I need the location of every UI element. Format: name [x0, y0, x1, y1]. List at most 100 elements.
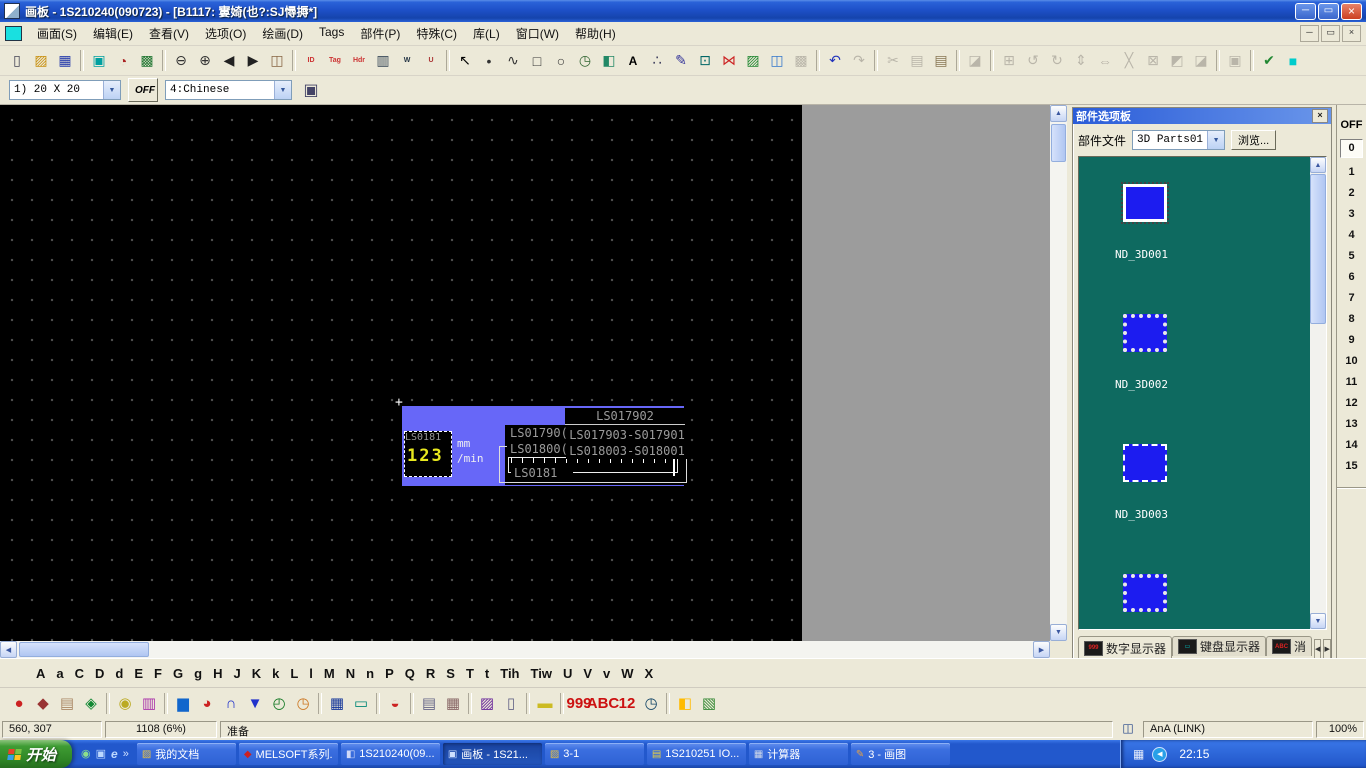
- numeric-display-part[interactable]: LS0181 123: [404, 431, 452, 477]
- tab-message-display[interactable]: ABC 消: [1266, 636, 1312, 656]
- dot-tool-icon[interactable]: •: [477, 49, 501, 72]
- text-figure-button[interactable]: G: [173, 666, 183, 681]
- child-restore-button[interactable]: ▭: [1321, 25, 1340, 42]
- scroll-up-icon[interactable]: ▲: [1050, 105, 1067, 122]
- device-label-low-left[interactable]: LS01800(: [507, 441, 571, 457]
- next-screen-icon[interactable]: ▶: [241, 49, 265, 72]
- canvas-horizontal-scrollbar[interactable]: ◀ ▶: [0, 641, 1050, 658]
- text-figure-button[interactable]: V: [583, 666, 592, 681]
- text-figure-button[interactable]: D: [95, 666, 104, 681]
- screen-call-icon[interactable]: ▣: [87, 49, 111, 72]
- task-1s210240[interactable]: ◧ 1S210240(09...: [341, 743, 440, 765]
- state-number-button[interactable]: 11: [1337, 372, 1366, 393]
- menu-item[interactable]: 查看(V): [141, 22, 197, 45]
- arc-tool-icon[interactable]: ◷: [573, 49, 597, 72]
- time-display-parts-icon[interactable]: ◷: [639, 692, 663, 715]
- text-figure-button[interactable]: J: [233, 666, 240, 681]
- text-figure-button[interactable]: Tiw: [531, 666, 552, 681]
- text-figure-button[interactable]: L: [290, 666, 298, 681]
- cut-icon[interactable]: ✂: [881, 49, 905, 72]
- buzzer-parts-icon[interactable]: ◒: [383, 692, 407, 715]
- pie-graph-icon[interactable]: ◕: [195, 692, 219, 715]
- language-select[interactable]: 4:Chinese ▼: [165, 80, 292, 100]
- rotate-right-icon[interactable]: ↻: [1045, 49, 1069, 72]
- expand-icon[interactable]: ⊠: [1141, 49, 1165, 72]
- arch-graph-icon[interactable]: ∩: [219, 692, 243, 715]
- ascii-display-parts-icon[interactable]: ABC: [591, 692, 615, 715]
- state-number-button[interactable]: 15: [1337, 456, 1366, 477]
- task-melsoft[interactable]: ◆ MELSOFT系列...: [239, 743, 338, 765]
- rotate-left-icon[interactable]: ↺: [1021, 49, 1045, 72]
- pattern-icon[interactable]: ▥: [371, 49, 395, 72]
- line-tool-icon[interactable]: ∿: [501, 49, 525, 72]
- state-number-button[interactable]: 14: [1337, 435, 1366, 456]
- menu-item[interactable]: 编辑(E): [85, 22, 141, 45]
- copy-icon[interactable]: ▤: [905, 49, 929, 72]
- tab-numeric-display[interactable]: 999 数字显示器: [1078, 636, 1172, 659]
- parts-list-item[interactable]: ND_3D003: [1079, 417, 1326, 547]
- text-figure-button[interactable]: N: [346, 666, 355, 681]
- tabs-scroll-left-icon[interactable]: ◀: [1314, 639, 1321, 659]
- scroll-right-icon[interactable]: ▶: [1033, 641, 1050, 658]
- menu-item[interactable]: 特殊(C): [408, 22, 465, 45]
- parts-file-select[interactable]: 3D Parts01 ▼: [1132, 130, 1225, 150]
- text-figure-button[interactable]: a: [56, 666, 63, 681]
- fill-tool-icon[interactable]: ◧: [597, 49, 621, 72]
- zoom-out-icon[interactable]: ⊖: [169, 49, 193, 72]
- state-number-button[interactable]: 0: [1340, 139, 1363, 158]
- menu-item[interactable]: 选项(O): [197, 22, 254, 45]
- pointer-icon[interactable]: ↖: [453, 49, 477, 72]
- text-figure-button[interactable]: d: [115, 666, 123, 681]
- state-number-button[interactable]: 10: [1337, 351, 1366, 372]
- align-icon[interactable]: ⊞: [997, 49, 1021, 72]
- zoom-in-icon[interactable]: ⊕: [193, 49, 217, 72]
- part-icon[interactable]: [1123, 314, 1167, 352]
- state-number-button[interactable]: 7: [1337, 288, 1366, 309]
- goto-screen-parts-icon[interactable]: ◈: [79, 692, 103, 715]
- menu-item[interactable]: 帮助(H): [567, 22, 624, 45]
- text-figure-button[interactable]: Tih: [500, 666, 519, 681]
- text-figure-button[interactable]: v: [603, 666, 610, 681]
- date-display-parts-icon[interactable]: 12: [615, 692, 639, 715]
- text-figure-button[interactable]: K: [252, 666, 261, 681]
- undo-icon[interactable]: ↶: [823, 49, 847, 72]
- ellipse-tool-icon[interactable]: ○: [549, 49, 573, 72]
- id-tag-icon[interactable]: ID: [299, 49, 323, 72]
- flip-horizontal-icon[interactable]: ⇔: [1093, 49, 1117, 72]
- device-label-mid-right[interactable]: LS017903-S017901: [566, 427, 688, 443]
- new-screen-icon[interactable]: ▯: [5, 49, 29, 72]
- text-figure-button[interactable]: k: [272, 666, 279, 681]
- state-off-button[interactable]: OFF: [1337, 119, 1366, 131]
- tag-icon[interactable]: Tag: [323, 49, 347, 72]
- notes-parts-icon[interactable]: ▬: [533, 692, 557, 715]
- text-figure-button[interactable]: n: [366, 666, 374, 681]
- text-figure-button[interactable]: F: [154, 666, 162, 681]
- flip-vertical-icon[interactable]: ⇕: [1069, 49, 1093, 72]
- child-minimize-button[interactable]: ─: [1300, 25, 1319, 42]
- state-number-button[interactable]: 3: [1337, 204, 1366, 225]
- preview-icon[interactable]: ▩: [135, 49, 159, 72]
- w-field-icon[interactable]: W: [395, 49, 419, 72]
- alarm-icon[interactable]: ◔: [111, 49, 135, 72]
- horizontal-scroll-thumb[interactable]: [19, 642, 149, 657]
- parts-list-item[interactable]: [1079, 547, 1326, 630]
- task-3-1[interactable]: ▨ 3-1: [545, 743, 644, 765]
- scroll-left-icon[interactable]: ◀: [0, 641, 17, 658]
- button-3d-parts-icon[interactable]: ◆: [31, 692, 55, 715]
- parts-move-icon[interactable]: ▧: [697, 692, 721, 715]
- text-figure-button[interactable]: W: [621, 666, 633, 681]
- u-field-icon[interactable]: U: [419, 49, 443, 72]
- memo-parts-icon[interactable]: ▯: [499, 692, 523, 715]
- text-figure-button[interactable]: P: [385, 666, 394, 681]
- bring-front-icon[interactable]: ◩: [1165, 49, 1189, 72]
- hdr-tag-icon[interactable]: Hdr: [347, 49, 371, 72]
- device-label-mid-left[interactable]: LS01790(: [507, 425, 571, 441]
- start-button[interactable]: 开始: [0, 740, 72, 768]
- state-number-button[interactable]: 2: [1337, 183, 1366, 204]
- part-icon[interactable]: [1123, 184, 1167, 222]
- vertical-scroll-thumb[interactable]: [1051, 124, 1066, 162]
- lamp-parts-icon[interactable]: ◉: [113, 692, 137, 715]
- funnel-graph-icon[interactable]: ▼: [243, 692, 267, 715]
- text-figure-button[interactable]: U: [563, 666, 572, 681]
- screen-color-icon[interactable]: ■: [1281, 49, 1305, 72]
